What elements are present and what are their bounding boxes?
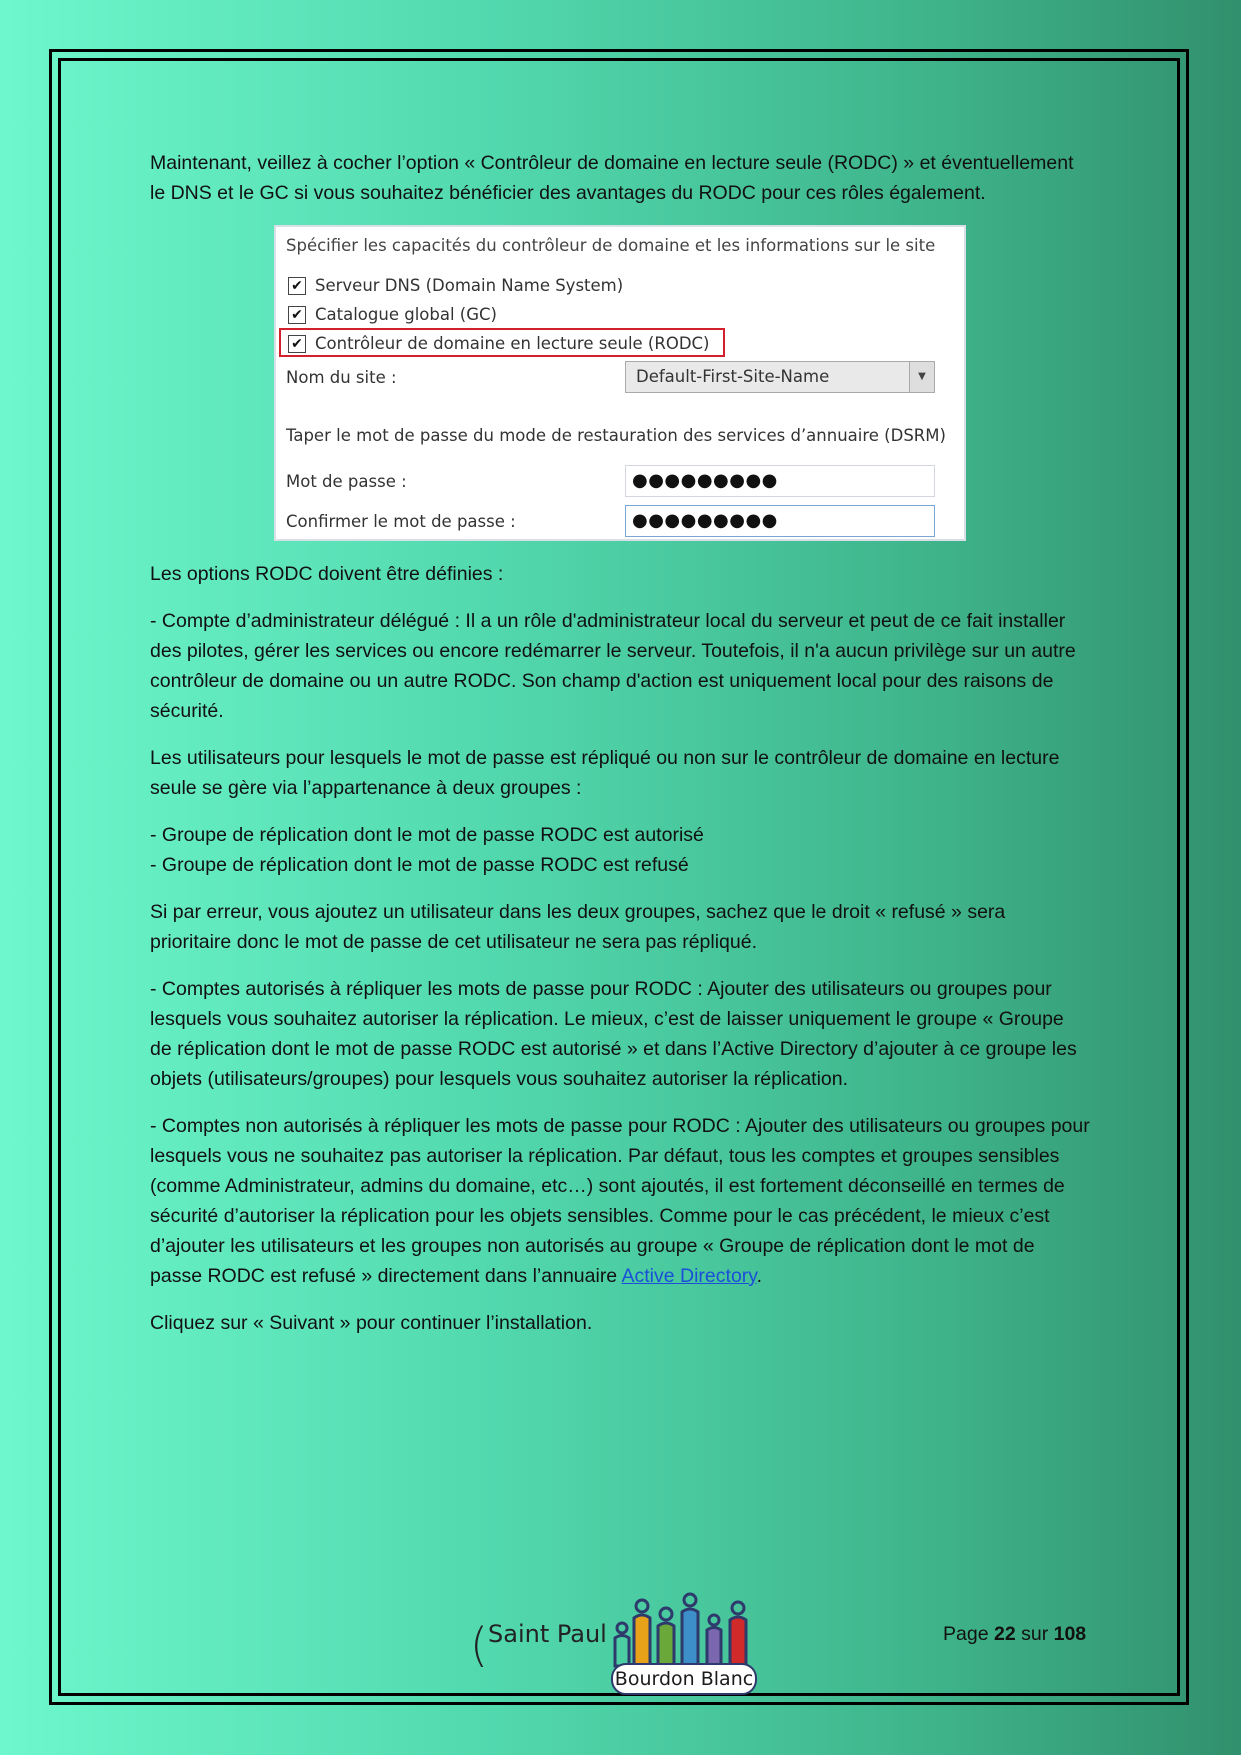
bourdon-blanc-logo: Bourdon Blanc [611,1592,757,1695]
page-total: 108 [1053,1623,1087,1645]
paragraph-end: . [756,1265,763,1287]
list-item-allowed-group: - Groupe de réplication dont le mot de p… [150,824,704,846]
paragraph-allowed-accounts: - Comptes autorisés à répliquer les mots… [150,978,1077,1090]
confirm-password-label: Confirmer le mot de passe : [286,512,516,531]
confirm-password-field[interactable]: ●●●●●●●●● [625,505,935,537]
document-body: Maintenant, veillez à cocher l’option « … [150,148,1090,1355]
site-select-value: Default-First-Site-Name [636,367,830,386]
checkbox-dns[interactable]: ✔ Serveur DNS (Domain Name System) [288,276,623,296]
checkbox-checked-icon: ✔ [288,277,306,295]
screenshot-dialog: Spécifier les capacités du contrôleur de… [274,225,966,541]
paragraph-priority: Si par erreur, vous ajoutez un utilisate… [150,901,1006,953]
password-label: Mot de passe : [286,472,407,491]
site-label: Nom du site : [286,368,397,387]
page-number: Page 22 sur 108 [943,1623,1087,1645]
people-figures-icon [613,1592,748,1668]
paragraph-rodc-options: Les options RODC doivent être définies : [150,563,504,585]
footer-paren: ( [470,1618,488,1672]
footer-logo-area: ( Saint Paul Bourdon Blanc [470,1586,770,1696]
page-current: 22 [993,1623,1016,1645]
chevron-down-icon[interactable]: ▼ [909,362,934,392]
paragraph-denied-accounts: - Comptes non autorisés à répliquer les … [150,1111,1090,1291]
active-directory-link[interactable]: Active Directory [622,1265,757,1287]
checkbox-label: Catalogue global (GC) [315,305,497,324]
rodc-highlight-box [279,328,725,357]
checkbox-label: Serveur DNS (Domain Name System) [315,276,624,295]
confirm-password-value: ●●●●●●●●● [632,510,778,531]
paragraph-groups: Les utilisateurs pour lesquels le mot de… [150,747,1060,799]
paragraph-next: Cliquez sur « Suivant » pour continuer l… [150,1312,593,1334]
paragraph-text: - Comptes non autorisés à répliquer les … [150,1115,1090,1287]
dialog-heading: Spécifier les capacités du contrôleur de… [286,236,936,255]
list-item-denied-group: - Groupe de réplication dont le mot de p… [150,854,689,876]
checkbox-gc[interactable]: ✔ Catalogue global (GC) [288,305,497,325]
logo-text: Bourdon Blanc [615,1668,753,1690]
school-name: Saint Paul [488,1620,607,1648]
dsrm-heading: Taper le mot de passe du mode de restaur… [286,426,946,445]
password-value: ●●●●●●●●● [632,470,778,491]
checkbox-checked-icon: ✔ [288,306,306,324]
paragraph-delegated-admin: - Compte d’administrateur délégué : Il a… [150,610,1076,722]
site-select[interactable]: Default-First-Site-Name ▼ [625,361,935,393]
paragraph-intro: Maintenant, veillez à cocher l’option « … [150,152,1074,204]
password-field[interactable]: ●●●●●●●●● [625,465,935,497]
